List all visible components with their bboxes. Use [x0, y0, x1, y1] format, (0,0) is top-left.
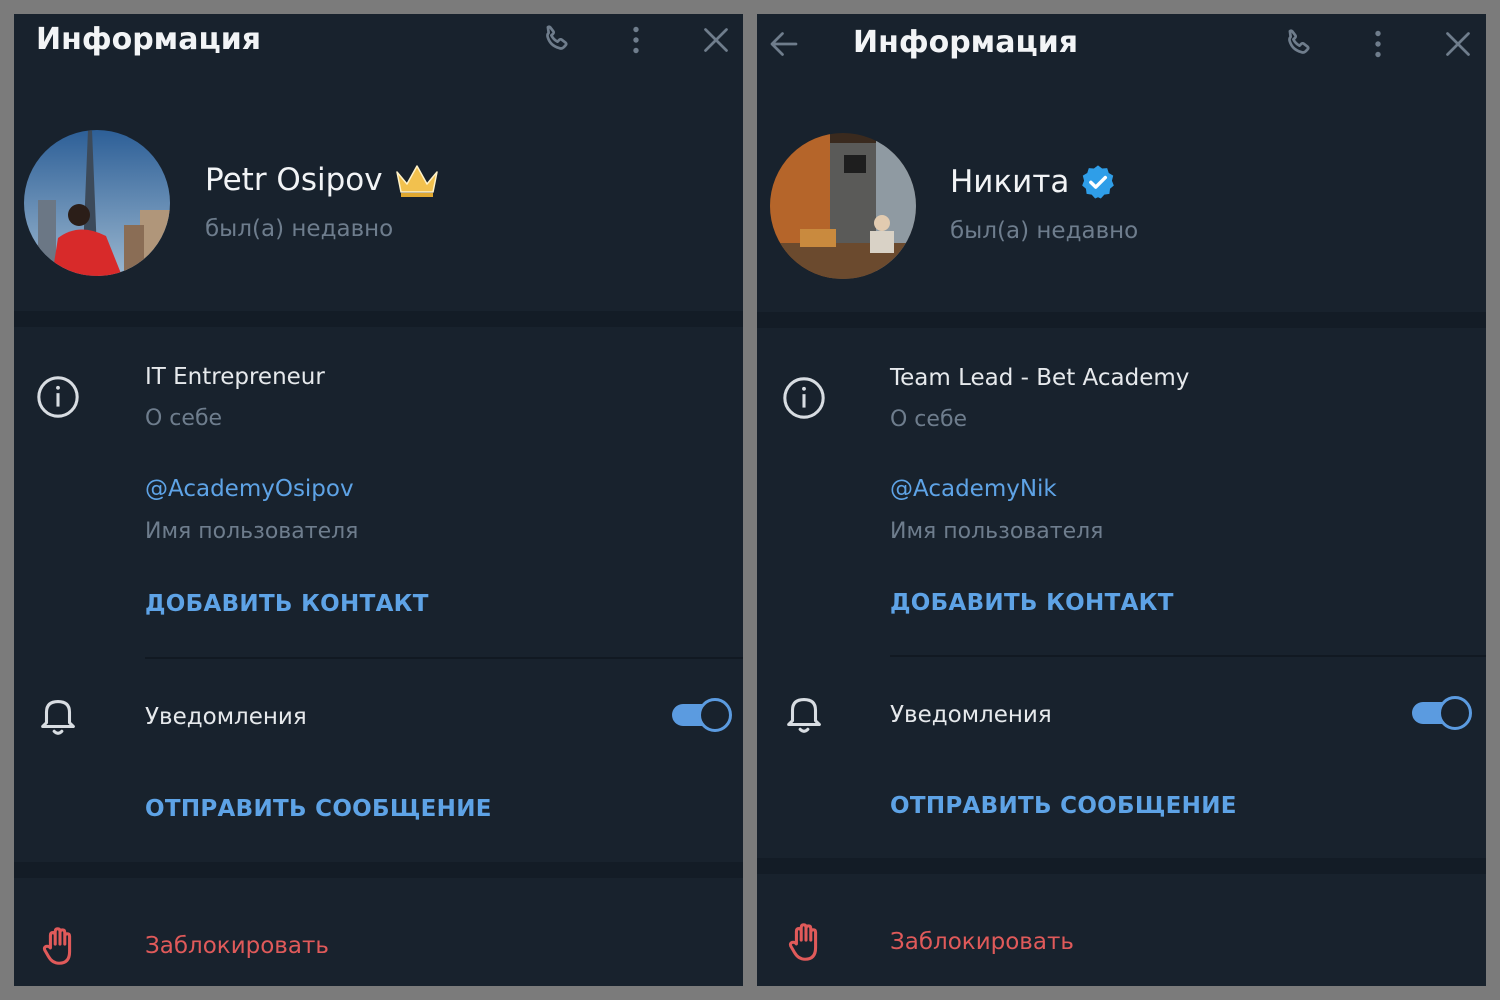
- section-divider: [14, 311, 743, 327]
- more-vertical-icon[interactable]: [1358, 24, 1398, 64]
- avatar[interactable]: [770, 133, 916, 279]
- toggle-knob: [698, 698, 732, 732]
- section-divider: [14, 862, 743, 878]
- send-message-button[interactable]: ОТПРАВИТЬ СООБЩЕНИЕ: [145, 796, 492, 822]
- hand-stop-icon: [782, 918, 830, 966]
- send-message-button[interactable]: ОТПРАВИТЬ СООБЩЕНИЕ: [890, 793, 1237, 819]
- notifications-label: Уведомления: [145, 704, 307, 730]
- bell-icon: [34, 691, 82, 739]
- bell-icon: [780, 689, 828, 737]
- panel-title: Информация: [36, 22, 261, 57]
- more-vertical-icon[interactable]: [616, 20, 656, 60]
- add-contact-button[interactable]: ДОБАВИТЬ КОНТАКТ: [145, 591, 429, 617]
- username-label: Имя пользователя: [145, 519, 359, 544]
- close-icon[interactable]: [1438, 24, 1478, 64]
- back-arrow-icon[interactable]: [764, 24, 804, 64]
- notifications-toggle[interactable]: [670, 698, 732, 732]
- profile-name: Petr Osipov: [205, 160, 441, 200]
- notifications-toggle[interactable]: [1410, 696, 1472, 730]
- verified-badge-icon: [1079, 163, 1117, 201]
- close-icon[interactable]: [696, 20, 736, 60]
- panel-title: Информация: [853, 25, 1078, 60]
- bio-label: О себе: [145, 406, 223, 431]
- username-link[interactable]: @AcademyOsipov: [145, 476, 354, 502]
- phone-icon[interactable]: [1278, 24, 1318, 64]
- profile-name: Никита: [950, 163, 1117, 201]
- row-divider: [890, 655, 1486, 657]
- bio-label: О себе: [890, 407, 968, 432]
- add-contact-button[interactable]: ДОБАВИТЬ КОНТАКТ: [890, 590, 1174, 616]
- toggle-knob: [1438, 696, 1472, 730]
- bio-text: IT Entrepreneur: [145, 364, 325, 390]
- info-icon: [34, 373, 82, 421]
- bio-text: Team Lead - Bet Academy: [890, 365, 1190, 391]
- block-user-button[interactable]: Заблокировать: [145, 933, 329, 959]
- last-seen-status: был(а) недавно: [950, 218, 1139, 244]
- section-divider: [757, 312, 1486, 328]
- avatar[interactable]: [24, 130, 170, 276]
- block-user-button[interactable]: Заблокировать: [890, 929, 1074, 955]
- username-label: Имя пользователя: [890, 519, 1104, 544]
- notifications-label: Уведомления: [890, 702, 1052, 728]
- username-link[interactable]: @AcademyNik: [890, 476, 1057, 502]
- crown-icon: [393, 160, 441, 200]
- row-divider: [145, 657, 743, 659]
- hand-stop-icon: [36, 922, 84, 970]
- last-seen-status: был(а) недавно: [205, 216, 394, 242]
- section-divider: [757, 858, 1486, 874]
- profile-info-panel-left: Информация Petr Osipov был(а) недавно IT…: [14, 14, 743, 986]
- profile-name-text: Petr Osipov: [205, 162, 383, 198]
- profile-info-panel-right: Информация Никита был(а) недавно Team Le…: [757, 14, 1486, 986]
- phone-icon[interactable]: [536, 20, 576, 60]
- info-icon: [780, 374, 828, 422]
- profile-name-text: Никита: [950, 164, 1070, 200]
